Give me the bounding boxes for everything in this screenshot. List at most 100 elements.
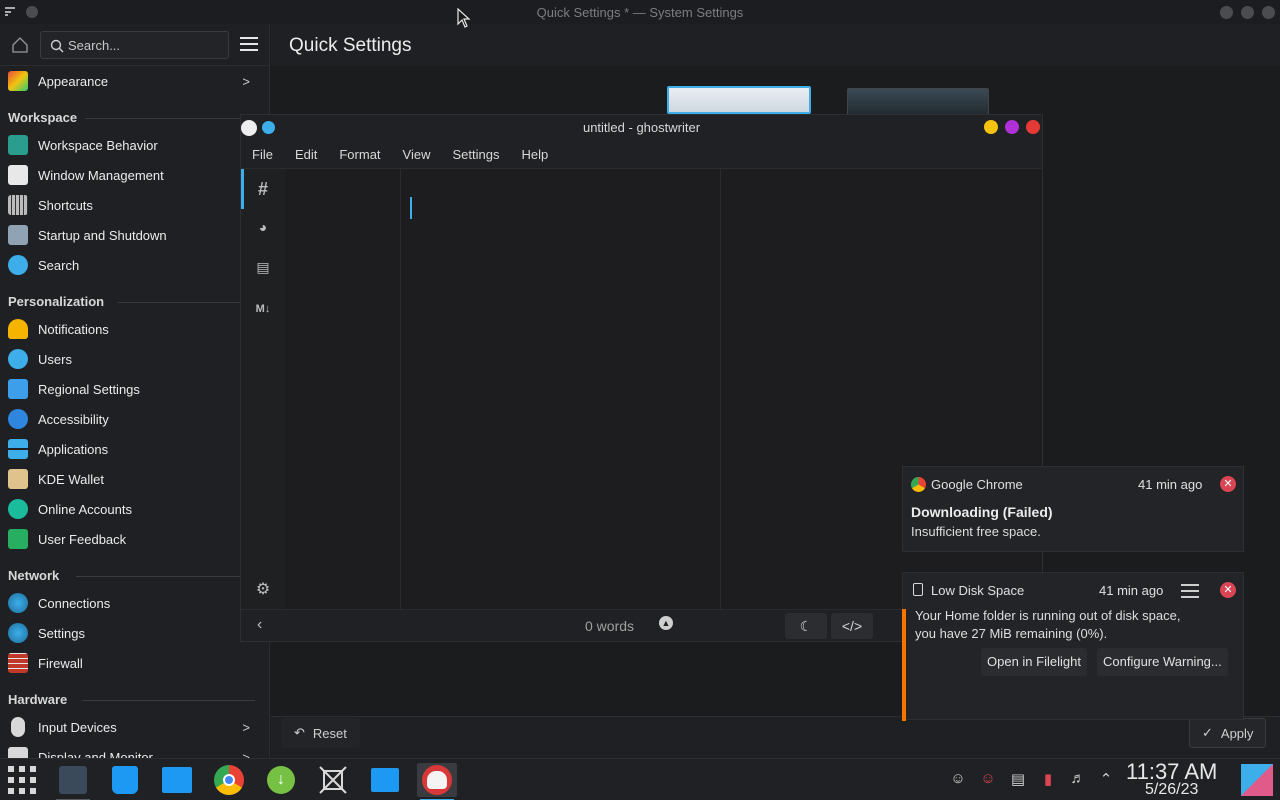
editor-area[interactable] bbox=[401, 169, 721, 609]
sidebar-item-user-feedback[interactable]: User Feedback bbox=[0, 524, 262, 554]
taskbar-ghostwriter[interactable] bbox=[417, 763, 457, 800]
maximize-button[interactable] bbox=[1005, 120, 1019, 134]
taskbar-downloader[interactable]: ↓ bbox=[261, 763, 301, 797]
sidebar-item-workspace-behavior[interactable]: Workspace Behavior bbox=[0, 130, 262, 160]
configure-warning-button[interactable]: Configure Warning... bbox=[1097, 648, 1228, 676]
users-icon bbox=[8, 349, 28, 369]
notification-body-line2: you have 27 MiB remaining (0%). bbox=[915, 626, 1108, 641]
maximize-button[interactable] bbox=[1241, 6, 1254, 19]
sidebar-item-input-devices[interactable]: Input Devices > bbox=[0, 712, 262, 742]
menu-file[interactable]: File bbox=[241, 141, 284, 168]
sidebar-item-accessibility[interactable]: Accessibility bbox=[0, 404, 262, 434]
moon-icon[interactable]: ☾ bbox=[785, 613, 827, 639]
sidebar-item-connections[interactable]: Connections bbox=[0, 588, 262, 618]
minimize-button[interactable] bbox=[1220, 6, 1233, 19]
sidebar-item-shortcuts[interactable]: Shortcuts bbox=[0, 190, 262, 220]
chrome-icon bbox=[214, 765, 244, 795]
ghostwriter-app-icon bbox=[422, 765, 452, 795]
sidebar-item-firewall[interactable]: Firewall bbox=[0, 648, 262, 678]
taskbar: ↓ ☺ ☺ ▤ ▮ ♬ ⌃ 11:37 AM 5/26/23 bbox=[0, 758, 1280, 800]
app-launcher-icon[interactable] bbox=[2, 763, 42, 797]
search-input[interactable] bbox=[68, 36, 223, 54]
page-header: Quick Settings bbox=[271, 24, 1280, 66]
taskbar-chrome[interactable] bbox=[209, 763, 249, 797]
sidebar-item-window-management[interactable]: Window Management bbox=[0, 160, 262, 190]
menu-settings[interactable]: Settings bbox=[441, 141, 510, 168]
sidebar-item-display-monitor[interactable]: Display and Monitor > bbox=[0, 742, 262, 758]
volume-icon[interactable]: ♬ bbox=[1069, 770, 1087, 788]
divider bbox=[85, 118, 255, 119]
online-accounts-icon bbox=[8, 499, 28, 519]
reset-button[interactable]: ↶ Reset bbox=[281, 718, 360, 748]
menu-edit[interactable]: Edit bbox=[284, 141, 328, 168]
search-field[interactable] bbox=[40, 31, 229, 59]
sidebar-item-search[interactable]: Search bbox=[0, 250, 262, 280]
close-icon[interactable]: ✕ bbox=[1220, 582, 1236, 598]
firewall-icon bbox=[8, 653, 28, 673]
clipboard-icon[interactable]: ▤ bbox=[1009, 770, 1027, 788]
configure-icon[interactable] bbox=[1181, 582, 1199, 598]
home-icon[interactable] bbox=[10, 35, 30, 55]
globe-icon bbox=[8, 593, 28, 613]
theme-preview-light[interactable] bbox=[667, 86, 811, 114]
theme-preview-dark[interactable] bbox=[847, 88, 989, 116]
outline-hash-icon[interactable]: # bbox=[253, 179, 273, 199]
apply-button[interactable]: ✓ Apply bbox=[1189, 718, 1267, 748]
sidebar-item-regional-settings[interactable]: Regional Settings bbox=[0, 374, 262, 404]
close-button[interactable] bbox=[1026, 120, 1040, 134]
minimize-button[interactable] bbox=[984, 120, 998, 134]
sidebar-item-network-settings[interactable]: Settings bbox=[0, 618, 262, 648]
taskbar-dolphin[interactable] bbox=[157, 763, 197, 797]
sidebar-item-notifications[interactable]: Notifications bbox=[0, 314, 262, 344]
sidebar-item-startup-shutdown[interactable]: Startup and Shutdown bbox=[0, 220, 262, 250]
user-icon[interactable]: ☺ bbox=[949, 770, 967, 788]
gear-icon[interactable]: ⚙ bbox=[253, 579, 273, 599]
checkmark-icon: ✓ bbox=[1202, 725, 1213, 740]
feedback-icon bbox=[8, 529, 28, 549]
notification-chrome[interactable]: Google Chrome 41 min ago ✕ Downloading (… bbox=[902, 466, 1244, 552]
code-icon[interactable]: </> bbox=[831, 613, 873, 639]
close-button[interactable] bbox=[1262, 6, 1275, 19]
sidebar-item-applications[interactable]: Applications bbox=[0, 434, 262, 464]
notification-app-name: Google Chrome bbox=[931, 477, 1023, 492]
section-network: Network bbox=[8, 568, 60, 583]
sidebar-item-kde-wallet[interactable]: KDE Wallet bbox=[0, 464, 262, 494]
close-icon[interactable]: ✕ bbox=[1220, 476, 1236, 492]
sidebar-toolbar bbox=[0, 24, 269, 66]
notification-time: 41 min ago bbox=[1099, 583, 1164, 598]
section-hardware: Hardware bbox=[8, 692, 68, 707]
sidebar-item-users[interactable]: Users bbox=[0, 344, 262, 374]
microphone-muted-icon[interactable]: ▮ bbox=[1039, 770, 1057, 788]
markdown-icon[interactable]: M↓ bbox=[253, 299, 273, 319]
chevron-left-icon[interactable]: ‹ bbox=[257, 616, 262, 634]
menu-view[interactable]: View bbox=[392, 141, 442, 168]
clock-date[interactable]: 5/26/23 bbox=[1145, 781, 1198, 799]
bell-icon bbox=[8, 319, 28, 339]
chevron-up-icon[interactable]: ▲ bbox=[659, 616, 673, 630]
hamburger-menu-icon[interactable] bbox=[240, 37, 258, 53]
show-desktop-icon[interactable] bbox=[1241, 764, 1273, 796]
taskbar-system-settings[interactable] bbox=[53, 763, 93, 800]
word-count[interactable]: 0 words bbox=[585, 618, 634, 634]
taskbar-discover[interactable] bbox=[105, 763, 145, 797]
grid-icon bbox=[8, 766, 36, 794]
speedometer-icon[interactable]: ◕ bbox=[253, 219, 273, 239]
footer: ↶ Reset ✓ Apply bbox=[271, 716, 1280, 758]
taskbar-file-manager[interactable] bbox=[365, 763, 405, 797]
user-alert-icon[interactable]: ☺ bbox=[979, 770, 997, 788]
statistics-chart-icon[interactable]: ▤ bbox=[253, 259, 273, 279]
sidebar-item-online-accounts[interactable]: Online Accounts bbox=[0, 494, 262, 524]
folder-icon bbox=[162, 767, 192, 793]
active-indicator bbox=[241, 169, 244, 209]
sidebar-item-appearance[interactable]: Appearance > bbox=[0, 66, 262, 96]
chevron-up-icon[interactable]: ⌃ bbox=[1097, 770, 1115, 788]
open-in-filelight-button[interactable]: Open in Filelight bbox=[981, 648, 1087, 676]
ghostwriter-menubar: File Edit Format View Settings Help bbox=[241, 141, 1042, 169]
applications-icon bbox=[8, 439, 28, 459]
menu-format[interactable]: Format bbox=[328, 141, 391, 168]
taskbar-screenshot-tool[interactable] bbox=[313, 763, 353, 797]
chevron-right-icon: > bbox=[242, 720, 250, 735]
notification-low-disk[interactable]: Low Disk Space 41 min ago ✕ Your Home fo… bbox=[902, 572, 1244, 721]
menu-help[interactable]: Help bbox=[510, 141, 559, 168]
sidebar: Appearance > Workspace Workspace Behavio… bbox=[0, 24, 270, 758]
